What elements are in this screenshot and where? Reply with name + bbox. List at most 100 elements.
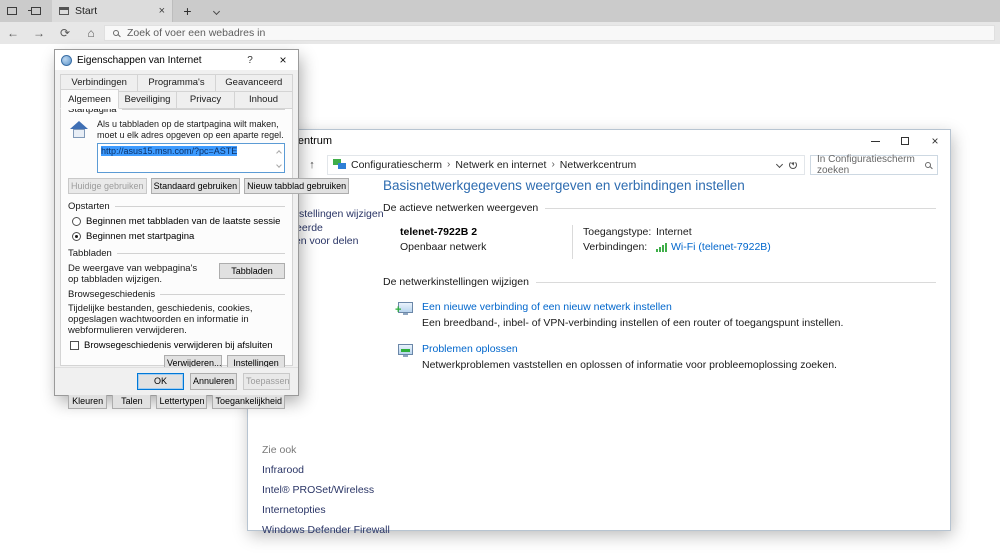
radio-start-last-session-label: Beginnen met tabbladen van de laatste se…	[86, 216, 280, 227]
see-also-link-infrared[interactable]: Infrarood	[262, 464, 390, 476]
dialog-footer: OK Annuleren Toepassen	[55, 367, 298, 395]
see-also-panel: Zie ook Infrarood Intel® PROSet/Wireless…	[262, 444, 390, 544]
apply-button: Toepassen	[243, 373, 290, 390]
tab-privacy[interactable]: Privacy	[176, 91, 235, 109]
home-page-icon	[68, 121, 90, 139]
back-icon[interactable]: ←	[0, 26, 26, 40]
breadcrumb-item[interactable]: Netwerkcentrum	[560, 159, 636, 171]
access-type-value: Internet	[656, 225, 692, 240]
tabs-button[interactable]: Tabbladen	[219, 263, 285, 279]
breadcrumb-item[interactable]: Netwerk en internet	[455, 159, 546, 171]
page-title: Basisnetwerkgegevens weergeven en verbin…	[383, 177, 936, 193]
network-main-content: Basisnetwerkgegevens weergeven en verbin…	[383, 177, 936, 371]
up-icon[interactable]: ↑	[302, 159, 322, 171]
tabbladen-group-label: Tabbladen	[68, 248, 285, 259]
task-new-connection: + Een nieuwe verbinding of een nieuw net…	[398, 301, 936, 329]
tab-beveiliging[interactable]: Beveiliging	[118, 91, 177, 109]
use-new-tab-button[interactable]: Nieuw tabblad gebruiken	[244, 178, 349, 194]
fonts-button[interactable]: Lettertypen	[156, 393, 207, 409]
tab-preview-icon[interactable]	[0, 0, 24, 22]
active-networks-section-label: De actieve netwerken weergeven	[383, 202, 936, 214]
breadcrumb-separator: ›	[551, 159, 554, 170]
new-tab-button[interactable]: +	[172, 0, 202, 22]
control-panel-search-input[interactable]: In Configuratiescherm zoeken	[810, 155, 938, 175]
active-network-block: telenet-7922B 2 Openbaar netwerk Toegang…	[400, 225, 936, 259]
wifi-connection-link[interactable]: Wi-Fi (telenet-7922B)	[671, 240, 771, 255]
internet-properties-dialog: Eigenschappen van Internet ? × Verbindin…	[55, 50, 298, 395]
network-window-titlebar[interactable]: Netwerkcentrum ×	[248, 130, 950, 152]
ok-button[interactable]: OK	[137, 373, 184, 390]
task-troubleshoot: Problemen oplossen Netwerkproblemen vast…	[398, 343, 936, 371]
tab-favicon	[59, 7, 69, 15]
see-also-link-defender-firewall[interactable]: Windows Defender Firewall	[262, 524, 390, 536]
breadcrumb[interactable]: Configuratiescherm › Netwerk en internet…	[327, 155, 805, 175]
home-page-url-textarea[interactable]: http://asus15.msn.com/?pc=ASTE	[97, 143, 285, 173]
see-also-header: Zie ook	[262, 444, 390, 456]
new-connection-link[interactable]: Een nieuwe verbinding of een nieuw netwe…	[422, 301, 843, 313]
wifi-signal-icon	[656, 243, 667, 252]
breadcrumb-item[interactable]: Configuratiescherm	[351, 159, 442, 171]
browser-nav-bar: ← → ⟳ ⌂ Zoek of voer een webadres in	[0, 22, 1000, 44]
tabbladen-description: De weergave van webpagina's op tabbladen…	[68, 263, 210, 285]
help-icon[interactable]: ?	[237, 55, 263, 66]
access-type-label: Toegangstype:	[583, 225, 656, 240]
dialog-tabs: Verbindingen Programma's Geavanceerd Alg…	[55, 70, 298, 109]
internet-options-icon	[61, 55, 72, 66]
see-also-link-intel-proset[interactable]: Intel® PROSet/Wireless	[262, 484, 390, 496]
tab-inhoud[interactable]: Inhoud	[234, 91, 293, 109]
network-window-body: Configuratiescherm Adapterinstellingen w…	[248, 177, 950, 530]
tab-title: Start	[75, 5, 97, 17]
browsing-history-description: Tijdelijke bestanden, geschiedenis, cook…	[68, 303, 285, 336]
address-dropdown-chevron-icon[interactable]	[776, 161, 783, 168]
network-location-icon	[333, 159, 346, 170]
scroll-down-icon[interactable]	[277, 159, 281, 169]
home-icon[interactable]: ⌂	[78, 26, 104, 40]
close-icon[interactable]: ×	[268, 53, 298, 67]
cancel-button[interactable]: Annuleren	[190, 373, 237, 390]
minimize-button[interactable]	[860, 130, 890, 152]
languages-button[interactable]: Talen	[112, 393, 151, 409]
tab-close-icon[interactable]: ×	[159, 6, 165, 17]
dialog-titlebar[interactable]: Eigenschappen van Internet ? ×	[55, 50, 298, 70]
close-button[interactable]: ×	[920, 130, 950, 152]
radio-start-last-session[interactable]	[72, 217, 81, 226]
tab-list-chevron-icon[interactable]	[202, 0, 230, 22]
breadcrumb-separator: ›	[447, 159, 450, 170]
tab-page-algemeen: Startpagina Als u tabbladen op de startp…	[60, 99, 293, 366]
troubleshoot-icon	[398, 344, 413, 355]
browser-tab-strip: Start × +	[0, 0, 1000, 22]
use-default-button[interactable]: Standaard gebruiken	[151, 178, 241, 194]
see-also-link-internet-options[interactable]: Internetopties	[262, 504, 390, 516]
delete-history-on-exit-label: Browsegeschiedenis verwijderen bij afslu…	[84, 340, 273, 351]
maximize-button[interactable]	[890, 130, 920, 152]
search-placeholder: In Configuratiescherm zoeken	[817, 154, 920, 176]
tab-algemeen[interactable]: Algemeen	[60, 89, 119, 109]
delete-history-on-exit-checkbox[interactable]	[70, 341, 79, 350]
scroll-up-icon[interactable]	[277, 147, 281, 157]
network-name: telenet-7922B 2	[400, 225, 572, 240]
address-placeholder: Zoek of voer een webadres in	[127, 27, 265, 39]
address-bar[interactable]: Zoek of voer een webadres in	[104, 25, 995, 41]
search-icon	[925, 162, 931, 168]
troubleshoot-desc: Netwerkproblemen vaststellen en oplossen…	[422, 359, 837, 371]
network-toolbar: ← → ↑ Configuratiescherm › Netwerk en in…	[248, 152, 950, 177]
network-type: Openbaar netwerk	[400, 240, 572, 255]
browsegeschiedenis-group-label: Browsegeschiedenis	[68, 289, 285, 300]
search-icon	[113, 30, 119, 36]
radio-start-homepage-label: Beginnen met startpagina	[86, 231, 194, 242]
browser-tab-start[interactable]: Start ×	[52, 0, 172, 22]
use-current-button: Huidige gebruiken	[68, 178, 147, 194]
refresh-icon[interactable]	[789, 161, 797, 169]
forward-icon[interactable]: →	[26, 26, 52, 40]
accessibility-button[interactable]: Toegankelijkheid	[212, 393, 285, 409]
connections-label: Verbindingen:	[583, 240, 656, 255]
set-tabs-aside-icon[interactable]	[24, 0, 48, 22]
tab-geavanceerd[interactable]: Geavanceerd	[215, 74, 293, 92]
colors-button[interactable]: Kleuren	[68, 393, 107, 409]
radio-start-homepage[interactable]	[72, 232, 81, 241]
troubleshoot-link[interactable]: Problemen oplossen	[422, 343, 837, 355]
network-center-window: Netwerkcentrum × ← → ↑ Configuratiescher…	[248, 130, 950, 530]
network-settings-section-label: De netwerkinstellingen wijzigen	[383, 276, 936, 288]
tab-programmas[interactable]: Programma's	[137, 74, 215, 92]
refresh-icon[interactable]: ⟳	[52, 26, 78, 40]
